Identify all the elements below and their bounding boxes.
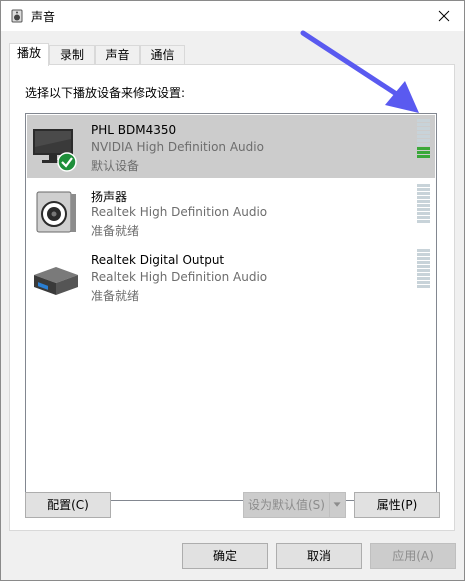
meter-segment — [417, 127, 430, 130]
meter-segment — [417, 192, 430, 195]
device-status: 准备就绪 — [91, 289, 140, 303]
tab-sounds[interactable]: 声音 — [95, 45, 140, 65]
device-name: PHL BDM4350 — [91, 123, 177, 137]
meter-segment — [417, 257, 430, 260]
meter-segment — [417, 143, 430, 146]
meter-segment — [417, 135, 430, 138]
meter-segment — [417, 155, 430, 158]
apply-button[interactable]: 应用(A) — [370, 543, 456, 569]
configure-button[interactable]: 配置(C) — [25, 492, 111, 518]
volume-meter — [417, 119, 431, 159]
sound-dialog: 声音 播放 录制 声音 通信 选择以下播放设备来修改设置: PHL BDM435… — [0, 0, 465, 581]
meter-segment — [417, 277, 430, 280]
speaker-icon — [36, 191, 76, 233]
meter-segment — [417, 265, 430, 268]
ok-button[interactable]: 确定 — [182, 543, 268, 569]
meter-segment — [417, 200, 430, 203]
meter-segment — [417, 184, 430, 187]
properties-button[interactable]: 属性(P) — [354, 492, 440, 518]
meter-segment — [417, 196, 430, 199]
speaker-app-icon — [11, 9, 23, 23]
meter-segment — [417, 204, 430, 207]
meter-segment — [417, 285, 430, 288]
device-item-speakers[interactable]: 扬声器 Realtek High Definition Audio 准备就绪 — [27, 180, 435, 243]
device-driver: Realtek High Definition Audio — [91, 270, 268, 284]
device-name: Realtek Digital Output — [91, 253, 225, 267]
device-list[interactable]: PHL BDM4350 NVIDIA High Definition Audio… — [25, 113, 437, 501]
window-title: 声音 — [31, 10, 56, 24]
meter-segment — [417, 188, 430, 191]
meter-segment — [417, 123, 430, 126]
instruction-text: 选择以下播放设备来修改设置: — [25, 86, 186, 100]
meter-segment — [417, 220, 430, 223]
monitor-default-icon — [33, 129, 77, 172]
title-bar: 声音 — [1, 1, 464, 31]
tab-communications[interactable]: 通信 — [140, 45, 185, 65]
meter-segment — [417, 216, 430, 219]
volume-meter — [417, 184, 431, 224]
meter-segment — [417, 273, 430, 276]
cancel-button[interactable]: 取消 — [276, 543, 362, 569]
meter-segment — [417, 281, 430, 284]
close-icon[interactable] — [434, 6, 454, 26]
device-name: 扬声器 — [91, 190, 128, 204]
meter-segment — [417, 147, 430, 150]
playback-panel: 选择以下播放设备来修改设置: PHL BDM4350 NVIDIA High D… — [9, 64, 455, 531]
tab-playback[interactable]: 播放 — [9, 43, 49, 66]
digital-output-icon — [34, 267, 78, 295]
device-item-phl-bdm4350[interactable]: PHL BDM4350 NVIDIA High Definition Audio… — [27, 115, 435, 178]
meter-segment — [417, 261, 430, 264]
device-driver: NVIDIA High Definition Audio — [91, 140, 264, 154]
volume-meter — [417, 249, 431, 289]
meter-segment — [417, 269, 430, 272]
set-default-button[interactable]: 设为默认值(S) — [243, 492, 330, 518]
meter-segment — [417, 208, 430, 211]
meter-segment — [417, 131, 430, 134]
set-default-dropdown[interactable] — [329, 492, 346, 518]
meter-segment — [417, 249, 430, 252]
meter-segment — [417, 253, 430, 256]
tab-recording[interactable]: 录制 — [49, 45, 95, 65]
device-status: 默认设备 — [91, 159, 140, 173]
device-status: 准备就绪 — [91, 224, 140, 238]
device-driver: Realtek High Definition Audio — [91, 205, 268, 219]
meter-segment — [417, 151, 430, 154]
meter-segment — [417, 139, 430, 142]
meter-segment — [417, 212, 430, 215]
chevron-down-icon — [333, 502, 341, 507]
meter-segment — [417, 119, 430, 122]
device-item-digital-output[interactable]: Realtek Digital Output Realtek High Defi… — [27, 245, 435, 308]
